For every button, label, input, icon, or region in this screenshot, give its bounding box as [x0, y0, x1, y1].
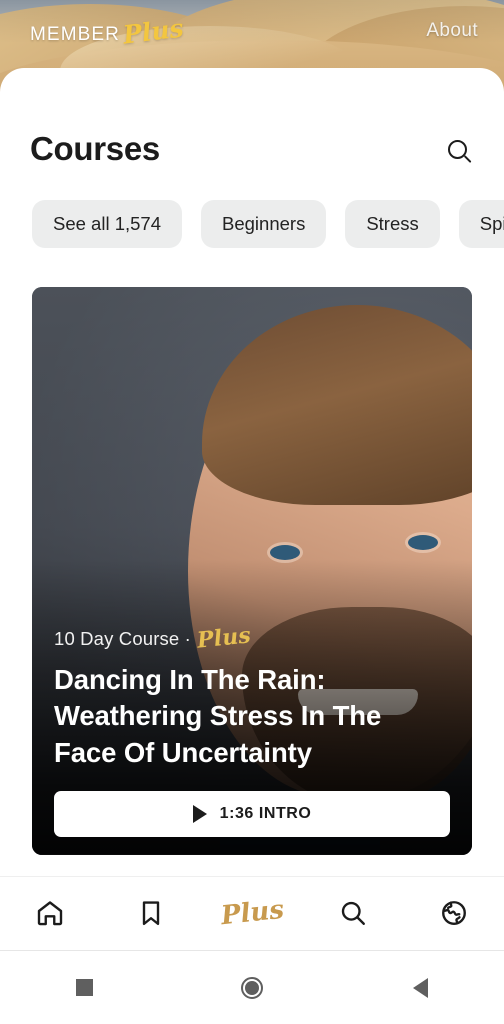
search-icon [341, 901, 365, 925]
play-intro-button[interactable]: 1:36 INTRO [54, 791, 450, 837]
about-link[interactable]: About [426, 20, 478, 42]
app-logo[interactable]: MEMBER Plus [30, 13, 185, 49]
system-recents-button[interactable] [0, 951, 168, 1024]
system-back-button[interactable] [336, 951, 504, 1024]
play-icon [192, 805, 207, 823]
nav-item-plus[interactable]: Plus [202, 877, 303, 949]
back-triangle-icon [412, 977, 428, 998]
nav-item-bookmarks[interactable] [101, 877, 202, 949]
filter-chip-beginners[interactable]: Beginners [201, 200, 327, 248]
home-icon [38, 900, 63, 925]
filter-chip-spirituality[interactable]: Spiritu [458, 200, 504, 248]
course-plus-badge: Plus [195, 622, 253, 654]
page-title: Courses [30, 130, 160, 167]
search-button[interactable] [440, 132, 474, 166]
system-home-button[interactable] [168, 951, 336, 1024]
bottom-navigation-bar: Plus [0, 876, 504, 948]
intro-duration-label: 1:36 INTRO [219, 805, 312, 822]
android-system-navigation [0, 950, 504, 1024]
nav-item-search[interactable] [302, 877, 403, 949]
sheet-bottom-fade [0, 854, 504, 876]
recents-square-icon [75, 979, 93, 996]
filter-chip-stress[interactable]: Stress [345, 200, 440, 248]
nav-item-explore[interactable] [403, 877, 504, 949]
app-root: MEMBER Plus About Courses See all 1,574 … [0, 0, 504, 1024]
course-card[interactable]: 10 Day Course · Plus Dancing In The Rain… [32, 287, 472, 855]
course-card-body: 10 Day Course · Plus Dancing In The Rain… [54, 622, 450, 837]
filter-chip-see-all[interactable]: See all 1,574 [32, 200, 183, 248]
logo-member-text: MEMBER [30, 23, 120, 45]
logo-plus-script: Plus [121, 12, 186, 50]
nav-item-home[interactable] [0, 877, 101, 949]
top-bar: MEMBER Plus About [0, 0, 504, 62]
home-circle-icon [241, 976, 263, 999]
page-header-row: Courses [0, 130, 504, 168]
bookmark-icon [143, 900, 160, 925]
course-card-kicker: 10 Day Course · Plus [54, 622, 450, 654]
course-duration-label: 10 Day Course · [54, 628, 191, 650]
filter-chip-row[interactable]: See all 1,574 Beginners Stress Spiritu [0, 197, 504, 251]
globe-icon [441, 900, 466, 925]
course-card-title: Dancing In The Rain: Weathering Stress I… [54, 664, 382, 768]
plus-script-icon: Plus [219, 894, 285, 931]
content-sheet: Courses See all 1,574 Beginners Stress S… [0, 68, 504, 876]
search-icon [447, 139, 467, 159]
